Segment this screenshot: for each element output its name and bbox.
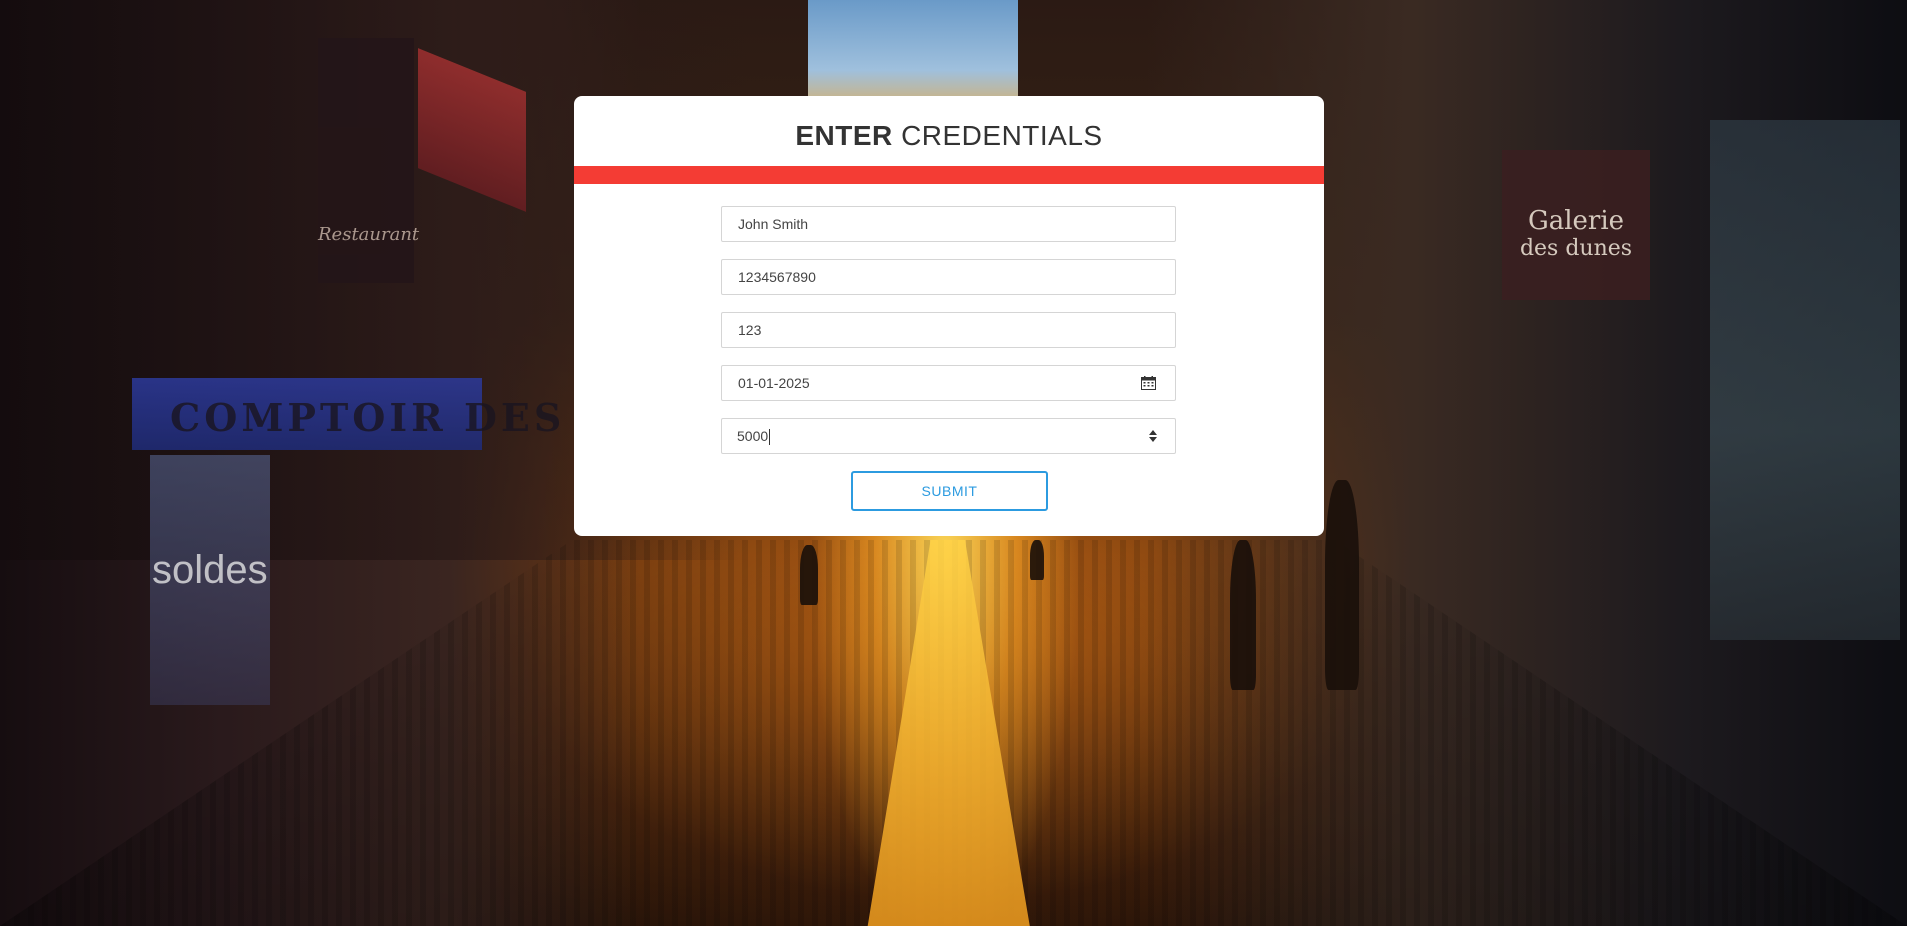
- sale-sign: soldes: [152, 548, 268, 592]
- shop-window-right: [1710, 120, 1900, 640]
- credentials-card: ENTER CREDENTIALS 5000 SUBMIT: [574, 96, 1324, 536]
- text-caret: [769, 429, 771, 446]
- form-title-bold: ENTER: [795, 120, 893, 151]
- form-title-rest: CREDENTIALS: [901, 120, 1103, 151]
- pedestrian: [800, 545, 818, 605]
- phone-field[interactable]: [721, 259, 1176, 295]
- form-title: ENTER CREDENTIALS: [574, 120, 1324, 152]
- gallery-sign-line1: Galerie: [1527, 206, 1625, 236]
- gallery-sign: Galerie des dunes: [1502, 150, 1650, 300]
- gallery-sign-line2: des dunes: [1519, 236, 1633, 261]
- number-spinner-icon[interactable]: [1148, 428, 1158, 444]
- amount-field[interactable]: [721, 418, 1176, 454]
- calendar-icon[interactable]: [1141, 376, 1156, 390]
- restaurant-sign: Restaurant: [318, 38, 419, 283]
- date-field[interactable]: [721, 365, 1176, 401]
- restaurant-sign-text: Restaurant: [318, 224, 420, 245]
- pedestrian: [1030, 540, 1044, 580]
- accent-bar: [574, 166, 1324, 184]
- cvv-field[interactable]: [721, 312, 1176, 348]
- submit-button[interactable]: SUBMIT: [851, 471, 1048, 511]
- name-field[interactable]: [721, 206, 1176, 242]
- pedestrian: [1325, 480, 1359, 690]
- amount-value-text: 5000: [737, 428, 769, 444]
- pedestrian: [1230, 540, 1256, 690]
- amount-value: 5000: [737, 418, 771, 454]
